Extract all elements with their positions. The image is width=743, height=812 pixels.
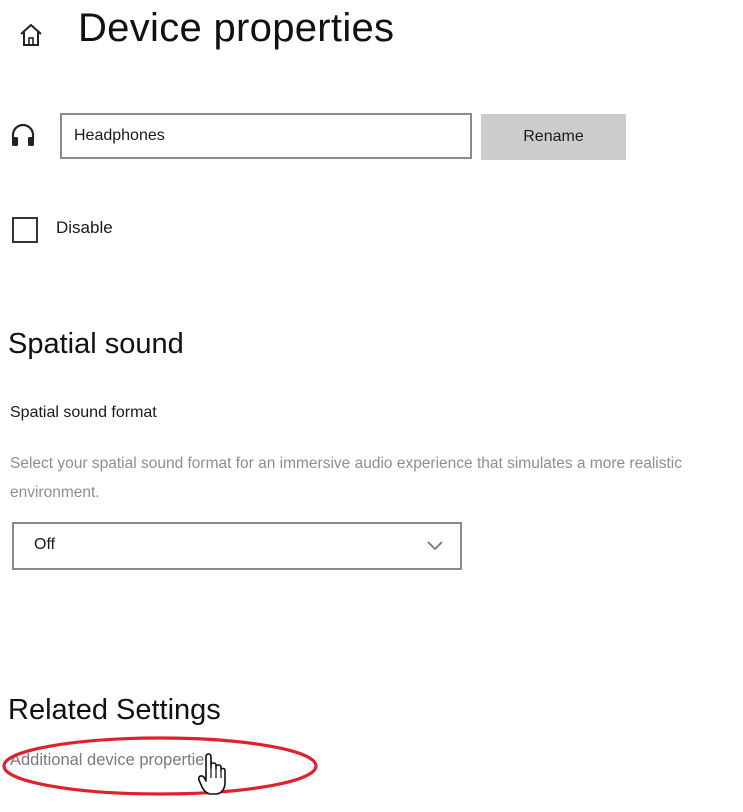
home-icon[interactable] [18,22,44,48]
spatial-sound-format-select[interactable]: Off [12,522,462,570]
related-settings-heading: Related Settings [8,694,221,726]
spatial-sound-format-label: Spatial sound format [10,404,157,421]
spatial-sound-format-value: Off [34,536,56,553]
disable-checkbox[interactable] [12,217,38,243]
chevron-down-icon [427,541,443,551]
spatial-sound-description: Select your spatial sound format for an … [10,455,682,501]
additional-device-properties-link[interactable]: Additional device properties [10,751,213,770]
rename-button[interactable]: Rename [481,114,626,160]
disable-label[interactable]: Disable [56,218,113,238]
spatial-sound-heading: Spatial sound [8,328,184,360]
headphones-icon [11,123,35,146]
page-title: Device properties [78,6,395,50]
device-name-input[interactable] [60,113,472,159]
